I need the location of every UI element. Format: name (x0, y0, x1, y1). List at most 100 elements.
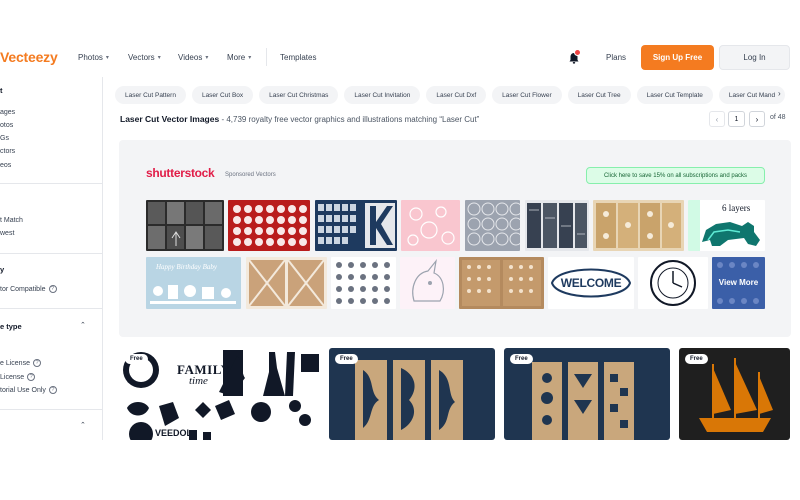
nav-more[interactable]: More ▾ (227, 52, 251, 64)
chevron-right-icon[interactable]: › (778, 89, 781, 98)
next-page-button[interactable]: › (749, 111, 765, 127)
sidebar-divider (0, 253, 102, 254)
tag-chip[interactable]: Laser Cut Dxf (426, 86, 487, 104)
view-more-thumbnail[interactable]: View More (712, 257, 765, 309)
mandala-circles-image (467, 202, 520, 246)
chevron-down-icon: ▾ (248, 55, 252, 61)
nav-videos-label: Videos (178, 53, 203, 62)
view-more-label: View More (718, 278, 759, 287)
sponsored-thumbnail[interactable] (638, 257, 708, 309)
birthday-caption: Happy Birthday Baby (156, 263, 218, 271)
previous-page-button[interactable]: ‹ (709, 111, 725, 127)
shutterstock-logo[interactable]: shutterstock (146, 166, 215, 180)
sponsored-thumbnail[interactable] (315, 200, 397, 251)
license-option[interactable]: e License? (0, 359, 41, 369)
sponsored-thumbnail[interactable] (525, 200, 589, 251)
page-number-input[interactable]: 1 (728, 111, 745, 127)
sponsored-thumbnail[interactable] (593, 200, 684, 251)
sidebar-divider (0, 308, 102, 309)
nav-photos[interactable]: Photos ▾ (78, 52, 109, 64)
sponsored-thumbnail[interactable]: 6 layers (688, 200, 765, 251)
filter-option-vector-compatible[interactable]: tor Compatible? (0, 285, 57, 295)
help-icon[interactable]: ? (48, 386, 57, 395)
license-option[interactable]: torial Use Only? (0, 386, 57, 396)
floral-pink-image (407, 206, 455, 246)
sponsored-thumbnail[interactable] (465, 200, 520, 251)
chevron-down-icon: ▾ (105, 55, 109, 61)
filter-option[interactable]: Gs (0, 134, 9, 144)
sort-option[interactable]: west (0, 229, 14, 239)
tag-chip[interactable]: Laser Cut Christmas (259, 86, 339, 104)
promo-banner[interactable]: Click here to save 15% on all subscripti… (586, 167, 765, 184)
help-icon[interactable]: ? (32, 359, 41, 368)
nav-more-label: More (227, 53, 246, 62)
license-option[interactable]: License? (0, 373, 36, 383)
result-card[interactable]: Free (504, 348, 670, 440)
sort-option[interactable]: t Match (0, 216, 23, 226)
filter-option[interactable]: eos (0, 161, 11, 171)
results-heading: Laser Cut Vector Images - 4,739 royalty … (120, 114, 479, 124)
nav-vectors-label: Vectors (128, 53, 155, 62)
tag-chip[interactable]: Laser Cut Template (636, 86, 713, 104)
filter-option[interactable]: ages (0, 108, 15, 118)
free-badge: Free (335, 354, 358, 364)
veedol-caption: VEEDOL (155, 428, 193, 438)
chevron-down-icon: ▾ (157, 55, 161, 61)
log-in-button[interactable]: Log In (719, 45, 790, 70)
sponsored-thumbnail[interactable] (331, 257, 396, 309)
tag-chip[interactable]: Laser Cut Mand (718, 86, 785, 104)
icon-grid-image (336, 262, 390, 304)
nav-templates-label: Templates (280, 53, 317, 62)
sponsored-thumbnail[interactable]: WELCOME (548, 257, 634, 309)
sponsored-thumbnail[interactable] (246, 257, 327, 309)
results-count: - 4,739 royalty free vector graphics and… (219, 115, 480, 124)
help-icon[interactable]: ? (27, 373, 36, 382)
perforated-panels-image (462, 260, 541, 306)
sign-up-free-button[interactable]: Sign Up Free (641, 45, 714, 70)
sponsored-thumbnail[interactable] (400, 257, 455, 309)
chevron-up-icon[interactable]: ⌃ (80, 421, 86, 429)
tag-chip[interactable]: Laser Cut Flower (492, 86, 562, 104)
result-card[interactable]: FAMILY time VEEDOL Free (119, 348, 321, 440)
chevron-left-icon: ‹ (715, 114, 719, 124)
page-total: of 48 (770, 114, 786, 121)
clock-image (650, 260, 696, 306)
help-icon[interactable]: ? (48, 285, 57, 294)
related-tags-bar: Laser Cut Pattern Laser Cut Box Laser Cu… (115, 86, 785, 104)
plans-link[interactable]: Plans (606, 53, 626, 62)
sponsored-thumbnail[interactable] (228, 200, 310, 251)
sidebar-divider (0, 183, 102, 184)
sidebar-divider (0, 409, 102, 410)
sponsored-thumbnail[interactable] (401, 200, 460, 251)
nav-templates[interactable]: Templates (280, 52, 316, 64)
wood-diagonal-panels-image (248, 259, 325, 307)
notification-badge (574, 49, 581, 56)
sponsored-label: Sponsored Vectors (225, 172, 276, 178)
alphabet-letters-image (318, 203, 395, 248)
panel-set-image (527, 203, 587, 248)
vecteezy-logo[interactable]: Vecteezy (0, 47, 58, 67)
nav-vectors[interactable]: Vectors ▾ (128, 52, 161, 64)
sponsored-thumbnail[interactable]: Happy Birthday Baby (146, 257, 241, 309)
filter-option[interactable]: otos (0, 121, 13, 131)
filter-option[interactable]: ctors (0, 147, 15, 157)
nav-photos-label: Photos (78, 53, 103, 62)
chevron-up-icon[interactable]: ⌃ (80, 321, 86, 329)
unicorn-image (412, 258, 444, 302)
sponsored-thumbnail[interactable] (459, 257, 544, 309)
header: Vecteezy Photos ▾ Vectors ▾ Videos ▾ Mor… (0, 0, 800, 77)
filter-heading-compatibility: y (0, 265, 5, 274)
free-badge: Free (510, 354, 533, 364)
tag-chip[interactable]: Laser Cut Tree (567, 86, 631, 104)
filter-sidebar: t ages otos Gs ctors eos t Match west y … (0, 77, 103, 440)
result-card[interactable]: Free (329, 348, 495, 440)
nav-videos[interactable]: Videos ▾ (178, 52, 208, 64)
tag-chip[interactable]: Laser Cut Invitation (344, 86, 421, 104)
tag-chip[interactable]: Laser Cut Pattern (115, 86, 186, 104)
sponsored-thumbnail[interactable] (146, 200, 224, 251)
tag-chip[interactable]: Laser Cut Box (191, 86, 254, 104)
wooden-screens-image (596, 203, 681, 248)
welcome-caption: WELCOME (560, 276, 622, 290)
filter-heading-license-type: e type (0, 322, 22, 331)
result-card[interactable]: Free (679, 348, 790, 440)
